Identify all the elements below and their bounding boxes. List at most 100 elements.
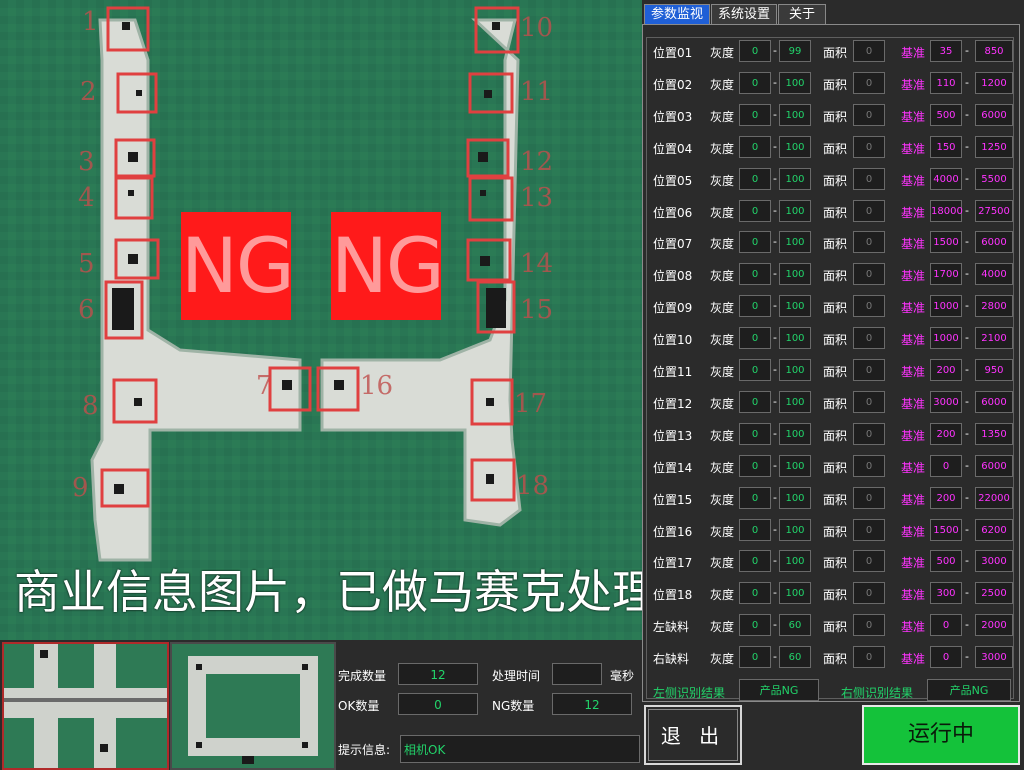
base-min-input[interactable]: 150 — [930, 135, 962, 158]
thumbnail-right[interactable] — [170, 642, 336, 770]
base-max-input[interactable]: 22000 — [975, 486, 1013, 509]
base-min-input[interactable]: 300 — [930, 582, 962, 605]
gray-max-input[interactable]: 99 — [779, 40, 811, 62]
base-min-input[interactable]: 1000 — [930, 327, 962, 350]
base-min-input[interactable]: 1500 — [930, 231, 962, 254]
tab-system-settings[interactable]: 系统设置 — [711, 4, 777, 24]
parameter-panel: 位置01 灰度 0-99 面积 0 基准 35-850 位置02 灰度 0-100 面积 0 基准 110… — [642, 24, 1020, 702]
gray-min-input[interactable]: 0 — [739, 646, 771, 669]
gray-min-input[interactable]: 0 — [739, 295, 771, 318]
base-max-input[interactable]: 6000 — [975, 103, 1013, 126]
gray-max-input[interactable]: 100 — [779, 199, 811, 222]
base-min-input[interactable]: 200 — [930, 486, 962, 509]
gray-min-input[interactable]: 0 — [739, 263, 771, 286]
gray-min-input[interactable]: 0 — [739, 422, 771, 445]
gray-max-input[interactable]: 100 — [779, 135, 811, 158]
area-value: 0 — [853, 263, 885, 286]
gray-max-input[interactable]: 100 — [779, 422, 811, 445]
gray-min-input[interactable]: 0 — [739, 359, 771, 381]
gray-min-input[interactable]: 0 — [739, 582, 771, 605]
gray-min-input[interactable]: 0 — [739, 486, 771, 509]
thumbnail-right-image — [172, 644, 334, 768]
base-max-input[interactable]: 2000 — [975, 614, 1013, 637]
tab-about[interactable]: 关于 — [778, 4, 826, 24]
base-max-input[interactable]: 1350 — [975, 422, 1013, 445]
gray-min-input[interactable]: 0 — [739, 103, 771, 126]
base-min-input[interactable]: 0 — [930, 454, 962, 477]
run-status-button[interactable]: 运行中 — [862, 705, 1020, 765]
base-min-input[interactable]: 18000 — [930, 199, 963, 222]
gray-max-input[interactable]: 60 — [779, 646, 811, 669]
base-label: 基准 — [901, 652, 926, 667]
base-max-input[interactable]: 2100 — [975, 327, 1013, 350]
base-max-input[interactable]: 3000 — [975, 550, 1013, 573]
base-max-input[interactable]: 6200 — [975, 518, 1013, 541]
base-min-input[interactable]: 1700 — [930, 263, 962, 286]
gray-min-input[interactable]: 0 — [739, 390, 771, 413]
base-max-input[interactable]: 850 — [975, 40, 1013, 62]
base-max-input[interactable]: 1250 — [975, 135, 1013, 158]
base-min-input[interactable]: 1500 — [930, 518, 962, 541]
base-min-input[interactable]: 0 — [930, 614, 962, 637]
marker-10: 10 — [520, 13, 553, 43]
gray-min-input[interactable]: 0 — [739, 327, 771, 350]
gray-min-input[interactable]: 0 — [739, 550, 771, 573]
thumbnail-left[interactable] — [2, 642, 169, 770]
base-max-input[interactable]: 6000 — [975, 390, 1013, 413]
gray-max-input[interactable]: 100 — [779, 486, 811, 509]
ok-count-label: OK数量 — [338, 699, 380, 713]
base-max-input[interactable]: 2500 — [975, 582, 1013, 605]
param-row: 位置13 灰度 0-100 面积 0 基准 200-1350 — [647, 422, 1013, 447]
gray-min-input[interactable]: 0 — [739, 614, 771, 637]
param-row: 位置08 灰度 0-100 面积 0 基准 1700-4000 — [647, 263, 1013, 287]
gray-max-input[interactable]: 100 — [779, 295, 811, 318]
gray-max-input[interactable]: 100 — [779, 518, 811, 541]
base-max-input[interactable]: 6000 — [975, 231, 1013, 254]
gray-min-input[interactable]: 0 — [739, 454, 771, 477]
gray-max-input[interactable]: 100 — [779, 263, 811, 286]
gray-max-input[interactable]: 100 — [779, 390, 811, 413]
gray-min-input[interactable]: 0 — [739, 199, 771, 222]
gray-max-input[interactable]: 100 — [779, 550, 811, 573]
gray-max-input[interactable]: 100 — [779, 103, 811, 126]
gray-max-input[interactable]: 100 — [779, 327, 811, 350]
gray-min-input[interactable]: 0 — [739, 135, 771, 158]
base-min-input[interactable]: 110 — [930, 71, 962, 94]
gray-max-input[interactable]: 60 — [779, 614, 811, 637]
exit-button[interactable]: 退 出 — [644, 705, 742, 765]
tab-parameter-monitor[interactable]: 参数监视 — [644, 4, 710, 24]
base-min-input[interactable]: 200 — [930, 422, 962, 445]
gray-max-input[interactable]: 100 — [779, 71, 811, 94]
area-label: 面积 — [823, 173, 848, 188]
base-max-input[interactable]: 950 — [975, 359, 1013, 381]
base-max-input[interactable]: 3000 — [975, 646, 1013, 669]
base-max-input[interactable]: 1200 — [975, 71, 1013, 94]
gray-max-input[interactable]: 100 — [779, 454, 811, 477]
base-min-input[interactable]: 35 — [930, 40, 962, 62]
base-min-input[interactable]: 200 — [930, 359, 962, 381]
gray-min-input[interactable]: 0 — [739, 167, 771, 190]
gray-min-input[interactable]: 0 — [739, 40, 771, 62]
range-dash: - — [965, 331, 969, 345]
gray-max-input[interactable]: 100 — [779, 359, 811, 381]
base-min-input[interactable]: 500 — [930, 550, 962, 573]
base-max-input[interactable]: 5500 — [975, 167, 1013, 190]
base-max-input[interactable]: 6000 — [975, 454, 1013, 477]
base-min-input[interactable]: 3000 — [930, 390, 962, 413]
gray-max-input[interactable]: 100 — [779, 582, 811, 605]
gray-min-input[interactable]: 0 — [739, 518, 771, 541]
gray-max-input[interactable]: 100 — [779, 231, 811, 254]
gray-min-input[interactable]: 0 — [739, 71, 771, 94]
base-max-input[interactable]: 27500 — [975, 199, 1013, 222]
base-min-input[interactable]: 4000 — [930, 167, 962, 190]
base-max-input[interactable]: 4000 — [975, 263, 1013, 286]
param-row-name: 位置08 — [653, 269, 693, 284]
base-max-input[interactable]: 2800 — [975, 295, 1013, 318]
base-min-input[interactable]: 500 — [930, 103, 962, 126]
base-min-input[interactable]: 0 — [930, 646, 962, 669]
gray-max-input[interactable]: 100 — [779, 167, 811, 190]
base-min-input[interactable]: 1000 — [930, 295, 962, 318]
area-label: 面积 — [823, 46, 848, 60]
param-row: 位置18 灰度 0-100 面积 0 基准 300-2500 — [647, 582, 1013, 606]
gray-min-input[interactable]: 0 — [739, 231, 771, 254]
